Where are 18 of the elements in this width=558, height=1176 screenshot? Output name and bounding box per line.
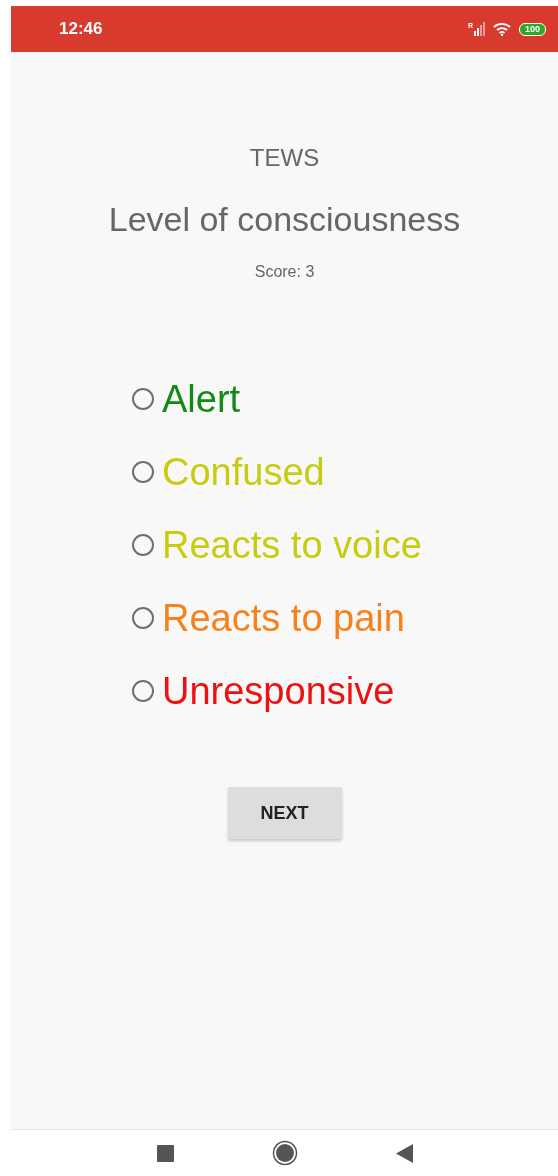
radio-button[interactable] [132,607,154,629]
clock: 12:46 [59,19,104,39]
battery-icon: 100 [518,22,546,36]
recents-icon[interactable] [156,1144,174,1162]
option-label[interactable]: Reacts to pain [162,594,405,642]
wifi-icon [492,22,511,36]
radio-button[interactable] [132,461,154,483]
score-text: Score: 3 [254,263,315,281]
app-title: TEWS [249,144,320,172]
radio-button[interactable] [132,534,154,556]
option-label[interactable]: Alert [162,375,241,423]
question-title: Level of consciousness [108,200,461,239]
radio-button[interactable] [132,388,154,410]
back-icon[interactable] [395,1143,413,1163]
option-label[interactable]: Unresponsive [162,667,395,715]
radio-button[interactable] [132,680,154,702]
next-button[interactable]: NEXT [227,787,342,839]
home-icon[interactable] [271,1140,298,1166]
